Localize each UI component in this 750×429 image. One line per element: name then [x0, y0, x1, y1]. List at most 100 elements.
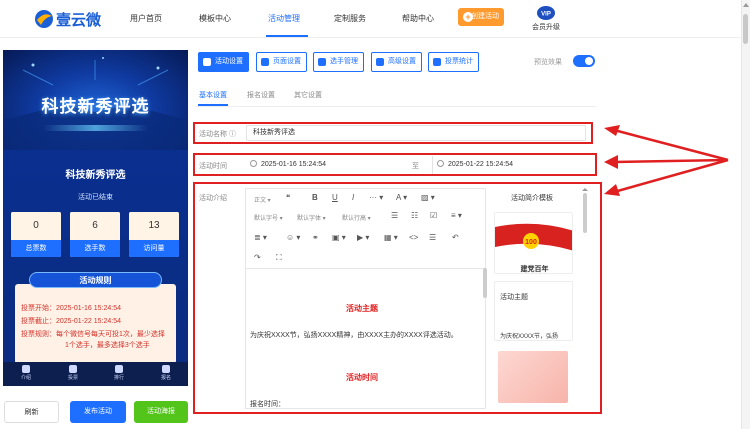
rule-line: 1个选手，最多选择3个选手 — [65, 342, 150, 349]
nav-templates[interactable]: 模板中心 — [199, 13, 231, 24]
bottom-nav-intro[interactable]: 介绍 — [11, 364, 41, 381]
scroll-up-arrow-icon[interactable] — [743, 3, 749, 7]
font-color-icon[interactable]: A ▾ — [396, 193, 407, 202]
logo-icon — [35, 10, 53, 28]
template-card[interactable] — [494, 347, 573, 407]
stat-label: 总票数 — [11, 240, 61, 257]
activity-name-label: 活动名称 ⓘ — [199, 129, 236, 139]
activity-intro-label: 活动介绍 — [199, 195, 227, 202]
toolbar-item: ≡ — [451, 211, 456, 220]
quote-icon[interactable]: ❝ — [286, 193, 290, 202]
stat-label: 访问量 — [129, 240, 179, 257]
vip-upgrade-label[interactable]: 会员升级 — [532, 22, 560, 32]
bottom-nav-label: 介绍 — [20, 375, 31, 381]
tab-contestant-management[interactable]: 选手管理 — [313, 52, 364, 72]
rule-line: 投票开始：2025-01-16 15:24:54 — [21, 305, 121, 312]
undo-icon[interactable]: ↶ — [452, 233, 459, 242]
date-divider — [432, 156, 433, 174]
toolbar-item: ▦ — [384, 233, 392, 242]
top-navigation: 壹云微 用户首页 模板中心 活动管理 定制服务 帮助中心 + 创建活动 VIP … — [0, 0, 750, 38]
tab-basic-settings[interactable]: 基本设置 — [199, 90, 227, 100]
bar-chart-icon — [433, 58, 441, 66]
activity-banner: 科技新秀评选 — [3, 50, 188, 150]
editor-scrollbar[interactable] — [483, 268, 487, 298]
link-icon[interactable]: ⚭ — [312, 233, 319, 242]
stat-total-votes: 0 总票数 — [11, 212, 61, 257]
create-activity-button[interactable]: + 创建活动 — [458, 8, 504, 26]
nav-home[interactable]: 用户首页 — [130, 13, 162, 24]
tab-advanced-settings[interactable]: 高级设置 — [371, 52, 422, 72]
preview-toggle[interactable] — [573, 55, 595, 67]
tab-page-settings[interactable]: 页面设置 — [256, 52, 307, 72]
scrollbar-thumb[interactable] — [743, 14, 748, 44]
table-icon[interactable]: ▦ ▾ — [384, 233, 398, 242]
tab-signup-settings[interactable]: 报名设置 — [247, 90, 275, 100]
nav-activity-management[interactable]: 活动管理 — [268, 13, 300, 24]
bold-icon[interactable]: B — [312, 193, 318, 202]
vip-icon[interactable]: VIP — [535, 5, 557, 21]
font-size-select[interactable]: 默认字号 ▾ — [254, 213, 283, 222]
fullscreen-icon[interactable]: ⛶ — [276, 253, 282, 263]
more-icon[interactable]: ··· ▾ — [369, 193, 383, 202]
rules-heading-text: 活动规则 — [79, 276, 112, 285]
numbered-list-icon[interactable]: ☷ — [411, 211, 418, 220]
scroll-up-arrow-icon[interactable] — [582, 188, 588, 191]
tab-vote-statistics[interactable]: 投票统计 — [428, 52, 479, 72]
refresh-button[interactable]: 刷新 — [4, 401, 59, 423]
date-separator: 至 — [412, 163, 419, 170]
nav-help-center[interactable]: 帮助中心 — [402, 13, 434, 24]
code-icon[interactable]: <> — [409, 233, 418, 242]
template-scrollbar[interactable] — [583, 193, 587, 233]
bottom-nav-rank[interactable]: 排行 — [104, 364, 134, 381]
image-icon[interactable]: ▣ ▾ — [332, 233, 346, 242]
bottom-nav-vote[interactable]: 投票 — [58, 364, 88, 381]
redo-icon[interactable]: ↷ — [254, 253, 261, 262]
video-icon[interactable]: ▶ ▾ — [357, 233, 369, 242]
tab-other-settings[interactable]: 其它设置 — [294, 90, 322, 100]
divider-icon[interactable]: ☰ — [429, 233, 436, 242]
page-scrollbar[interactable] — [741, 0, 750, 429]
editor-paragraph: 为庆祝XXXX节，弘扬XXXX精神，由XXXX主办的XXXX评选活动。 — [250, 332, 458, 339]
italic-icon[interactable]: I — [352, 193, 354, 202]
template-card-text: 为庆祝XXXX节，弘扬 — [500, 334, 559, 340]
publish-activity-button[interactable]: 发布活动 — [70, 401, 126, 423]
align-icon[interactable]: ≡ ▾ — [451, 211, 462, 220]
bullet-list-icon[interactable]: ☰ — [391, 211, 398, 220]
activity-poster-button[interactable]: 活动海报 — [134, 401, 188, 423]
editor-paragraph: 报名时间： — [250, 401, 285, 408]
create-activity-label: 创建活动 — [471, 13, 499, 20]
bottom-nav-label: 投票 — [67, 375, 78, 381]
paragraph-style-select[interactable]: 正文 ▾ — [254, 195, 271, 204]
banner-title: 科技新秀评选 — [41, 97, 150, 116]
vote-icon — [69, 365, 77, 373]
start-time-input[interactable]: 2025-01-16 15:24:54 — [250, 157, 326, 173]
line-height-select[interactable]: 默认行高 ▾ — [342, 213, 371, 222]
template-card[interactable]: 100 建党百年 — [494, 212, 573, 274]
indent-icon[interactable]: ≣ ▾ — [254, 233, 267, 242]
toolbar-label: 高级设置 — [388, 58, 416, 65]
rank-icon — [115, 365, 123, 373]
signup-icon — [162, 365, 170, 373]
gear-icon — [203, 58, 211, 66]
tab-activity-settings[interactable]: 活动设置 — [198, 52, 249, 72]
bottom-nav-signup[interactable]: 报名 — [151, 364, 181, 381]
emoji-icon[interactable]: ☺ ▾ — [286, 233, 300, 242]
brand-name[interactable]: 壹云微 — [56, 9, 101, 30]
stat-value: 0 — [11, 212, 61, 240]
nav-custom-service[interactable]: 定制服务 — [334, 13, 366, 24]
activity-title: 科技新秀评选 — [65, 170, 126, 181]
underline-icon[interactable]: U — [332, 193, 338, 202]
font-family-select[interactable]: 默认字体 ▾ — [297, 213, 326, 222]
background-color-icon[interactable]: ▨ ▾ — [421, 193, 435, 202]
bottom-nav-label: 排行 — [113, 375, 124, 381]
end-time-input[interactable]: 2025-01-22 15:24:54 — [437, 157, 513, 173]
template-card[interactable]: 活动主题 为庆祝XXXX节，弘扬 — [494, 281, 573, 341]
svg-text:100: 100 — [525, 239, 537, 246]
activity-name-input[interactable]: 科技新秀评选 — [246, 125, 586, 141]
template-thumbnail — [498, 351, 568, 403]
preview-effect-label: 预览效果 — [534, 59, 562, 66]
editor-heading: 活动主题 — [346, 304, 378, 313]
banner-glow — [43, 125, 148, 131]
help-icon: ⓘ — [228, 131, 236, 138]
checklist-icon[interactable]: ☑ — [430, 211, 437, 220]
